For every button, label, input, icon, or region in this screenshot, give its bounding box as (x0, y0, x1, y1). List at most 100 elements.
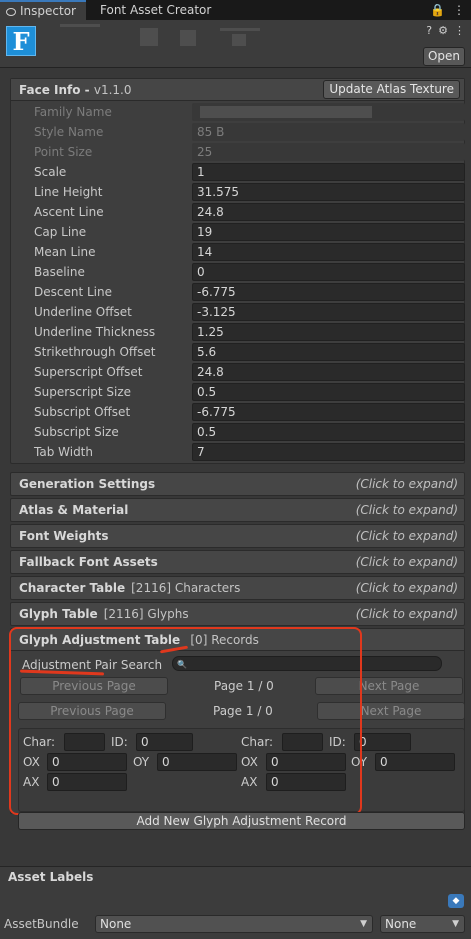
lock-icon[interactable]: 🔒 (430, 3, 445, 17)
asset-bundle-label: AssetBundle (4, 917, 79, 931)
face-info-label: Underline Thickness (34, 325, 156, 339)
section-title: Font Weights (19, 529, 109, 543)
redacted-area (180, 30, 196, 46)
face-info-label: Tab Width (34, 445, 93, 459)
face-info-label: Scale (34, 165, 67, 179)
face-info-field[interactable]: 24.8 (192, 203, 465, 221)
right-id-field[interactable]: 0 (354, 733, 411, 751)
click-to-expand-hint: (Click to expand) (355, 555, 458, 569)
redacted-area (220, 28, 260, 31)
face-info-label: Mean Line (34, 245, 96, 259)
asset-bundle-value: None (100, 917, 132, 931)
update-atlas-texture-button[interactable]: Update Atlas Texture (323, 80, 460, 99)
collapsed-section-header[interactable]: Character Table [2116] Characters (Click t… (10, 576, 465, 600)
inspector-icon (6, 8, 16, 16)
section-title: Fallback Font Assets (19, 555, 158, 569)
section-label: Character Table [2116] Characters (19, 577, 240, 599)
face-info-label: Superscript Size (34, 385, 132, 399)
face-info-field: 25 (192, 143, 465, 161)
collapsed-section-header[interactable]: Generation Settings (Click to expand) (10, 472, 465, 496)
section-title: Atlas & Material (19, 503, 129, 517)
open-button[interactable]: Open (423, 47, 465, 66)
section-label: Atlas & Material (19, 499, 128, 521)
asset-header: F ? ⚙ ⋮ Open (0, 20, 471, 68)
face-info-field[interactable]: 0.5 (192, 383, 465, 401)
tab-inspector-label: Inspector (20, 4, 76, 18)
face-info-title: Face Info - (19, 83, 94, 97)
face-info-label: Style Name (34, 125, 104, 139)
redacted-area (140, 28, 158, 46)
collapsed-section-header[interactable]: Glyph Table [2116] Glyphs (Click to expand… (10, 602, 465, 626)
section-title: Generation Settings (19, 477, 156, 491)
redacted-area (60, 24, 100, 27)
chevron-down-icon: ▼ (452, 919, 459, 929)
face-info-label: Ascent Line (34, 205, 104, 219)
face-info-header[interactable]: Face Info - v1.1.0 Update Atlas Texture (11, 79, 464, 101)
section-count: [2116] Characters (131, 581, 241, 595)
face-info-field[interactable]: -3.125 (192, 303, 465, 321)
tab-font-asset-creator[interactable]: Font Asset Creator (100, 0, 211, 20)
window-tools: 🔒 ⋮ (422, 0, 465, 20)
section-title: Character Table (19, 581, 126, 595)
asset-labels-title: Asset Labels (8, 870, 94, 884)
click-to-expand-hint: (Click to expand) (355, 477, 458, 491)
face-info-label: Line Height (34, 185, 103, 199)
face-info-field[interactable]: 0.5 (192, 423, 465, 441)
add-glyph-adjustment-record-button[interactable]: Add New Glyph Adjustment Record (18, 812, 465, 830)
help-icon[interactable]: ? (426, 24, 432, 37)
face-info-field: 85 B (192, 123, 465, 141)
face-info-field[interactable]: 31.575 (192, 183, 465, 201)
asset-bundle-variant-value: None (385, 917, 417, 931)
header-tools: ? ⚙ ⋮ (420, 24, 465, 37)
face-info-label: Subscript Size (34, 425, 119, 439)
face-info-field[interactable]: -6.775 (192, 283, 465, 301)
face-info-version: v1.1.0 (93, 83, 132, 97)
asset-bundle-variant-dropdown[interactable]: None ▼ (380, 915, 465, 933)
settings-icon[interactable]: ⚙ (438, 24, 448, 37)
face-info-label: Baseline (34, 265, 85, 279)
face-info-label: Strikethrough Offset (34, 345, 156, 359)
face-info-field[interactable]: 19 (192, 223, 465, 241)
tab-inspector[interactable]: Inspector (0, 0, 86, 20)
annotation-highlight-box (9, 627, 362, 815)
face-info-label: Descent Line (34, 285, 112, 299)
face-info-label: Family Name (34, 105, 112, 119)
collapsed-section-header[interactable]: Font Weights (Click to expand) (10, 524, 465, 548)
tab-bar: Inspector Font Asset Creator 🔒 ⋮ (0, 0, 471, 20)
section-label: Fallback Font Assets (19, 551, 158, 573)
tab-font-asset-creator-label: Font Asset Creator (100, 3, 212, 17)
face-info-field[interactable]: 5.6 (192, 343, 465, 361)
collapsed-section-header[interactable]: Fallback Font Assets (Click to expand) (10, 550, 465, 574)
face-info-label: Subscript Offset (34, 405, 131, 419)
click-to-expand-hint: (Click to expand) (355, 529, 458, 543)
face-info-field[interactable]: 1 (192, 163, 465, 181)
asset-bundle-dropdown[interactable]: None ▼ (95, 915, 373, 933)
click-to-expand-hint: (Click to expand) (355, 503, 458, 517)
font-asset-logo-icon: F (6, 26, 36, 56)
face-info-label: Cap Line (34, 225, 87, 239)
face-info-label: Superscript Offset (34, 365, 143, 379)
face-info-label: Underline Offset (34, 305, 132, 319)
face-info-label: Point Size (34, 145, 93, 159)
face-info-field[interactable]: -6.775 (192, 403, 465, 421)
section-label: Generation Settings (19, 473, 155, 495)
right-oy-field[interactable]: 0 (375, 753, 455, 771)
redacted-area (232, 34, 246, 46)
tag-icon[interactable]: ◆ (448, 894, 464, 908)
chevron-down-icon: ▼ (360, 919, 367, 929)
more-options-icon[interactable]: ⋮ (453, 3, 465, 17)
section-label: Glyph Table [2116] Glyphs (19, 603, 189, 625)
section-title: Glyph Table (19, 607, 98, 621)
section-count: [2116] Glyphs (103, 607, 189, 621)
more-icon[interactable]: ⋮ (454, 24, 465, 37)
redacted-area (200, 106, 372, 118)
collapsed-section-header[interactable]: Atlas & Material (Click to expand) (10, 498, 465, 522)
face-info-field[interactable]: 14 (192, 243, 465, 261)
click-to-expand-hint: (Click to expand) (355, 607, 458, 621)
face-info-field[interactable]: 0 (192, 263, 465, 281)
face-info-field[interactable]: 24.8 (192, 363, 465, 381)
section-label: Font Weights (19, 525, 108, 547)
click-to-expand-hint: (Click to expand) (355, 581, 458, 595)
face-info-field[interactable]: 7 (192, 443, 465, 461)
face-info-field[interactable]: 1.25 (192, 323, 465, 341)
